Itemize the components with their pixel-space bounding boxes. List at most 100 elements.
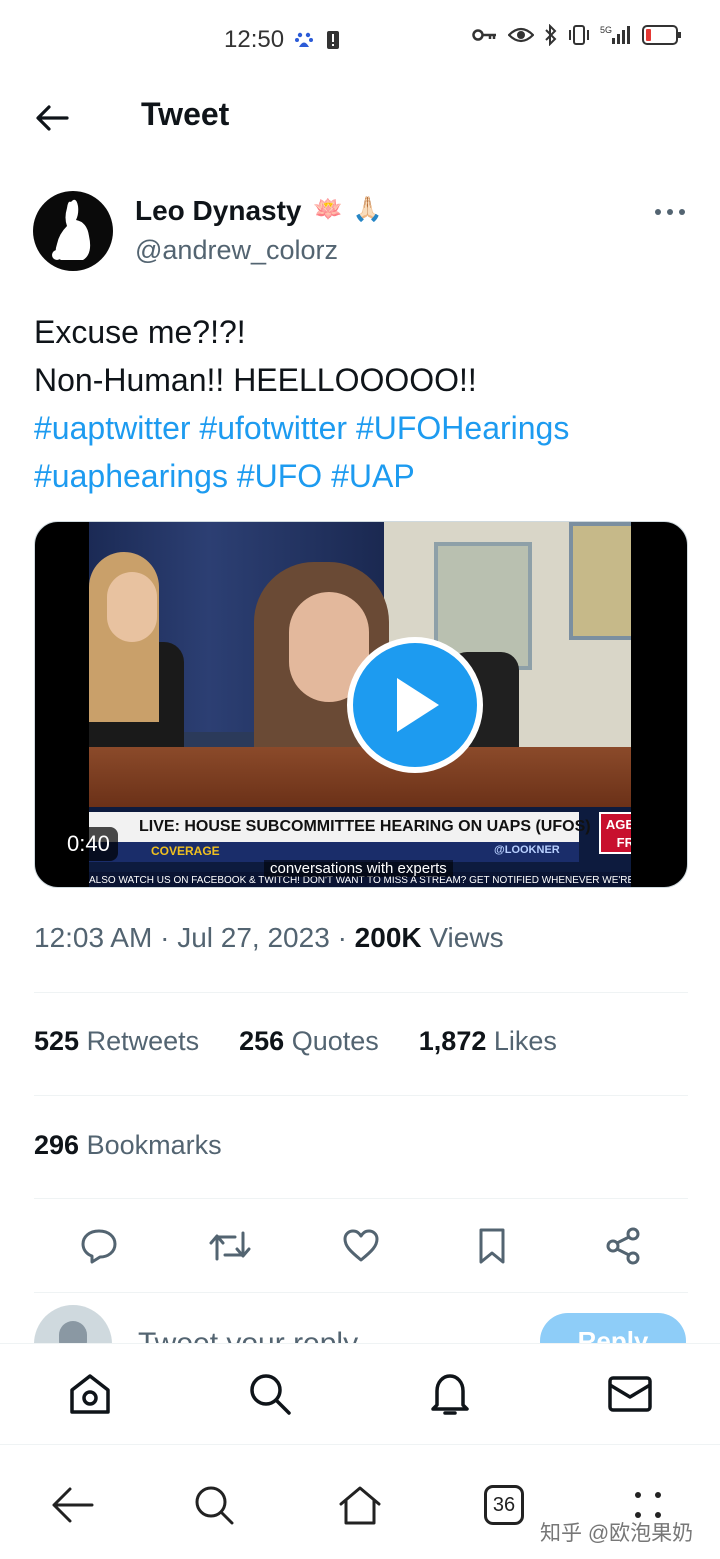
hashtag-line-1: #uaptwitter #ufotwitter #UFOHearings [34, 404, 694, 452]
retweet-button[interactable] [205, 1222, 255, 1270]
likes-label: Likes [493, 1026, 557, 1056]
desk [89, 747, 631, 807]
bookmarks-label: Bookmarks [86, 1130, 222, 1160]
author-emojis: 🪷 🙏🏻 [313, 195, 383, 224]
like-button[interactable] [336, 1222, 386, 1270]
views-label: Views [429, 922, 504, 953]
quotes-label: Quotes [291, 1026, 379, 1056]
hashtag-link[interactable]: #UAP [331, 458, 415, 494]
tab-notifications[interactable] [420, 1364, 480, 1424]
play-button[interactable] [347, 637, 483, 773]
tweet-line-1: Excuse me?!?! [34, 314, 246, 350]
hashtag-link[interactable]: #uaptwitter [34, 410, 191, 446]
author-display-name[interactable]: Leo Dynasty [135, 195, 302, 227]
tab-search[interactable] [240, 1364, 300, 1424]
search-icon [250, 1374, 291, 1415]
video-banner: LIVE: HOUSE SUBCOMMITTEE HEARING ON UAPS… [89, 812, 591, 842]
eye-icon [508, 26, 534, 44]
arrow-left-icon [52, 1487, 94, 1523]
search-icon [195, 1486, 234, 1525]
author-handle[interactable]: @andrew_colorz [135, 235, 338, 266]
hashtag-link[interactable]: #UFO [237, 458, 322, 494]
heart-icon [343, 1229, 379, 1262]
likes-stat[interactable]: 1,872 Likes [419, 1026, 557, 1057]
more-options-button[interactable] [648, 198, 692, 226]
status-time: 12:50 [224, 26, 285, 53]
divider [34, 992, 688, 993]
reply-icon [81, 1229, 117, 1264]
mail-icon [608, 1376, 652, 1412]
system-home-button[interactable] [330, 1475, 390, 1535]
user-avatar [34, 1305, 112, 1343]
bottom-tab-bar [0, 1343, 720, 1445]
reply-composer: Tweet your reply Reply [34, 1305, 688, 1343]
divider [34, 1095, 688, 1096]
bookmark-icon [479, 1228, 505, 1264]
battery-low-icon [642, 24, 682, 46]
reply-button[interactable] [74, 1222, 124, 1270]
tweet-line-2: Non-Human!! HEELLOOOOO!! [34, 362, 477, 398]
bookmark-button[interactable] [467, 1222, 517, 1270]
tweet-text: Excuse me?!?! Non-Human!! HEELLOOOOO!! #… [34, 308, 694, 500]
rabbit-logo-icon [52, 199, 91, 260]
bookmarks-count: 296 [34, 1130, 80, 1160]
reply-submit-button[interactable]: Reply [540, 1313, 686, 1343]
more-dots-icon [655, 209, 685, 215]
looker-handle: @LOOKNER [494, 844, 560, 856]
play-icon [397, 678, 439, 732]
home-icon [70, 1374, 110, 1414]
page-title: Tweet [141, 96, 230, 132]
video-duration: 0:40 [59, 827, 118, 861]
system-tabs-button[interactable]: 36 [474, 1475, 534, 1535]
alert-icon [326, 30, 340, 55]
tweet-actions [34, 1222, 688, 1270]
quotes-count: 256 [239, 1026, 285, 1056]
reply-input[interactable]: Tweet your reply [138, 1327, 358, 1343]
zhihu-watermark: 知乎 @欧泡果奶 [540, 1522, 694, 1545]
retweets-label: Retweets [86, 1026, 200, 1056]
bluetooth-icon [544, 24, 558, 46]
bell-icon [431, 1374, 469, 1415]
hashtag-link[interactable]: #UFOHearings [356, 410, 569, 446]
lotus-emoji: 🪷 [313, 196, 343, 223]
author-avatar[interactable] [33, 191, 113, 271]
divider [34, 1198, 688, 1199]
video-frame: LIVE: HOUSE SUBCOMMITTEE HEARING ON UAPS… [89, 522, 631, 887]
person-left-face [107, 572, 157, 642]
wall-panel [569, 522, 631, 640]
key-icon [472, 27, 498, 43]
share-icon [606, 1227, 640, 1265]
retweet-icon [209, 1231, 251, 1261]
back-button[interactable] [30, 98, 74, 138]
status-right-icons: 5G [472, 24, 682, 46]
retweets-stat[interactable]: 525 Retweets [34, 1026, 199, 1057]
arrow-left-icon [36, 105, 69, 131]
video-player[interactable]: LIVE: HOUSE SUBCOMMITTEE HEARING ON UAPS… [34, 521, 688, 888]
channel-logo-top: AGENDA [605, 817, 631, 832]
home-icon [339, 1486, 381, 1525]
video-caption: conversations with experts [264, 860, 453, 877]
status-left-icons [294, 30, 340, 55]
bookmarks-stat[interactable]: 296 Bookmarks [34, 1130, 222, 1161]
tweet-date: Jul 27, 2023 [177, 922, 330, 953]
system-back-button[interactable] [42, 1475, 102, 1535]
meta-separator: · [160, 922, 170, 953]
tab-messages[interactable] [600, 1364, 660, 1424]
baidu-icon [294, 30, 314, 55]
engagement-stats: 525 Retweets 256 Quotes 1,872 Likes [34, 1026, 557, 1057]
system-search-button[interactable] [184, 1475, 244, 1535]
share-button[interactable] [598, 1222, 648, 1270]
hashtag-line-2: #uaphearings #UFO #UAP [34, 452, 694, 500]
hashtag-link[interactable]: #uaphearings [34, 458, 228, 494]
meta-separator: · [337, 922, 347, 953]
likes-count: 1,872 [418, 1026, 487, 1056]
vibrate-icon [568, 24, 590, 46]
quotes-stat[interactable]: 256 Quotes [239, 1026, 379, 1057]
default-avatar-icon [59, 1321, 87, 1343]
hashtag-link[interactable]: #ufotwitter [199, 410, 347, 446]
praying-hands-emoji: 🙏🏻 [352, 196, 383, 223]
retweets-count: 525 [34, 1026, 80, 1056]
tab-home[interactable] [60, 1364, 120, 1424]
tweet-time: 12:03 AM [34, 922, 153, 953]
channel-logo-bottom: FREE [616, 835, 631, 850]
